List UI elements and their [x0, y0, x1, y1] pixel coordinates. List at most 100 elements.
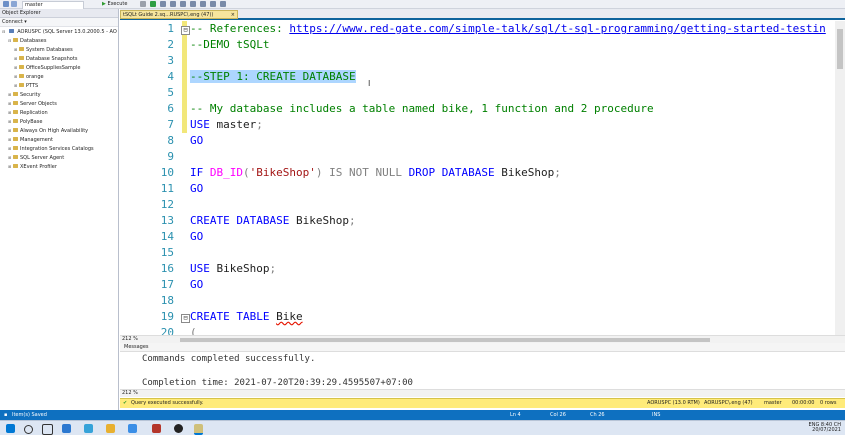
folder-icon — [13, 137, 18, 141]
tree-item[interactable]: ⊟ Databases — [8, 36, 46, 45]
status-column: Col 26 — [550, 412, 566, 418]
code-token: ; — [348, 214, 356, 227]
new-query-icon[interactable] — [3, 1, 9, 7]
server-icon — [8, 29, 14, 33]
code-text: GO — [190, 229, 203, 245]
object-explorer: Object Explorer Connect ▾ ⊟ AORUSPC (SQL… — [0, 9, 119, 410]
code-text: GO — [190, 277, 203, 293]
tree-item[interactable]: ⊞ Replication — [8, 108, 48, 117]
tree-item-label: Replication — [20, 110, 48, 116]
tree-item[interactable]: ⊞ PolyBase — [8, 117, 42, 126]
tree-item[interactable]: ⊞ OfficeSuppliesSample — [14, 63, 81, 72]
status-message: Item(s) Saved — [12, 412, 47, 418]
results-text-icon[interactable] — [180, 1, 186, 7]
folder-icon — [13, 101, 18, 105]
vscode-icon[interactable] — [84, 424, 93, 433]
tree-item-label: PolyBase — [20, 119, 43, 125]
ssms-icon[interactable] — [194, 424, 203, 435]
search-icon[interactable] — [24, 425, 33, 434]
folder-icon — [13, 92, 18, 96]
parse-icon[interactable] — [150, 1, 156, 7]
tree-server-node[interactable]: ⊟ AORUSPC (SQL Server 13.0.2000.5 - AO — [2, 27, 117, 36]
line-number: 5 — [167, 86, 174, 99]
folder-icon — [13, 155, 18, 159]
outdent-icon[interactable] — [220, 1, 226, 7]
status-insert-mode: INS — [652, 412, 661, 418]
text-cursor-icon: I — [368, 79, 371, 88]
tree-item[interactable]: ⊞ Always On High Availability — [8, 126, 88, 135]
execute-button[interactable]: ▶ Execute — [102, 1, 127, 8]
tree-item-label: OfficeSuppliesSample — [26, 65, 81, 71]
folder-icon — [19, 56, 24, 60]
tray-date[interactable]: 20/07/2021 — [812, 427, 841, 433]
editor-zoom-bar: 212 % — [120, 335, 845, 343]
connect-button[interactable]: Connect ▾ — [0, 18, 118, 27]
edge-icon[interactable] — [62, 424, 71, 433]
indent-icon[interactable] — [210, 1, 216, 7]
tree-item[interactable]: ⊞ Integration Services Catalogs — [8, 144, 94, 153]
store-icon[interactable] — [128, 424, 137, 433]
line-number: 7 — [167, 118, 174, 131]
zoom-level[interactable]: 212 % — [120, 336, 138, 342]
tab-query-label: tSQLt Guide 2.sq...RUSPC\.eng (47)) — [123, 12, 214, 18]
query-status-message: Query executed successfully. — [131, 400, 204, 406]
code-token: Bike — [276, 310, 303, 323]
messages-pane: Commands completed successfully. Complet… — [120, 352, 845, 389]
file-explorer-icon[interactable] — [106, 424, 115, 433]
code-editor[interactable]: 1 ⊟ -- References: https://www.red-gate.co… — [120, 21, 845, 339]
scroll-thumb[interactable] — [837, 29, 843, 69]
tree-item[interactable]: ⊞ Security — [8, 90, 41, 99]
code-token: BikeShop — [289, 214, 349, 227]
results-zoom-level[interactable]: 212 % — [120, 390, 138, 396]
tree-item[interactable]: ⊞ Server Objects — [8, 99, 57, 108]
comment-icon[interactable] — [190, 1, 196, 7]
message-line: Completion time: 2021-07-20T20:39:29.459… — [142, 378, 413, 388]
code-token: --STEP 1: CREATE DATABASE — [190, 70, 356, 83]
tree-item-label: Server Objects — [20, 101, 57, 107]
tree-item[interactable]: ⊞ System Databases — [14, 45, 73, 54]
folder-icon — [19, 74, 24, 78]
query-status-user: AORUSPC\.eng (47) — [704, 400, 753, 406]
fold-toggle-icon[interactable]: ⊟ — [181, 314, 190, 323]
tree-item[interactable]: ⊞ orange — [14, 72, 44, 81]
task-view-icon[interactable] — [42, 424, 53, 435]
code-text: --DEMO tSQLt — [190, 37, 269, 53]
tree-item-label: PTTS — [26, 83, 39, 89]
status-char: Ch 26 — [590, 412, 605, 418]
fold-toggle-icon[interactable]: ⊟ — [181, 26, 190, 35]
code-text: CREATE TABLE Bike — [190, 309, 303, 325]
line-number: 1 — [167, 22, 174, 35]
tree-item[interactable]: ⊞ SQL Server Agent — [8, 153, 64, 162]
tree-item[interactable]: ⊞ Database Snapshots — [14, 54, 77, 63]
tree-item-label: Security — [20, 92, 41, 98]
code-token: BikeShop — [494, 166, 555, 179]
collapse-icon[interactable]: ⊟ — [2, 27, 7, 36]
system-tray[interactable]: ENG 8:40 CH 20/07/2021 — [809, 423, 841, 433]
office-icon[interactable] — [152, 424, 161, 433]
plan-icon[interactable] — [160, 1, 166, 7]
obs-icon[interactable] — [174, 424, 183, 433]
tree-item[interactable]: ⊞ PTTS — [14, 81, 38, 90]
tree-item-label: System Databases — [26, 47, 73, 53]
start-icon[interactable] — [6, 424, 15, 433]
code-text: USE master; — [190, 117, 263, 133]
code-token: USE — [190, 118, 210, 131]
close-tab-icon[interactable]: × — [231, 11, 235, 19]
code-text: --STEP 1: CREATE DATABASE — [190, 69, 356, 85]
horizontal-scroll-thumb[interactable] — [180, 338, 710, 342]
object-explorer-title: Object Explorer — [0, 9, 118, 18]
tab-query[interactable]: tSQLt Guide 2.sq...RUSPC\.eng (47)) × — [120, 10, 238, 19]
tab-messages[interactable]: Messages — [120, 344, 149, 350]
folder-icon — [13, 110, 18, 114]
tree-item[interactable]: ⊞ XEvent Profiler — [8, 162, 57, 171]
uncomment-icon[interactable] — [200, 1, 206, 7]
results-grid-icon[interactable] — [170, 1, 176, 7]
query-status-time: 00:00:00 — [792, 400, 815, 406]
code-text: -- References: https://www.red-gate.com/… — [190, 21, 826, 37]
debug-icon[interactable] — [140, 1, 146, 7]
play-icon: ▶ — [102, 1, 106, 7]
tree-item[interactable]: ⊞ Management — [8, 135, 53, 144]
line-number: 9 — [167, 150, 174, 163]
code-token: BikeShop — [209, 262, 270, 275]
editor-vertical-scrollbar[interactable] — [835, 21, 845, 335]
